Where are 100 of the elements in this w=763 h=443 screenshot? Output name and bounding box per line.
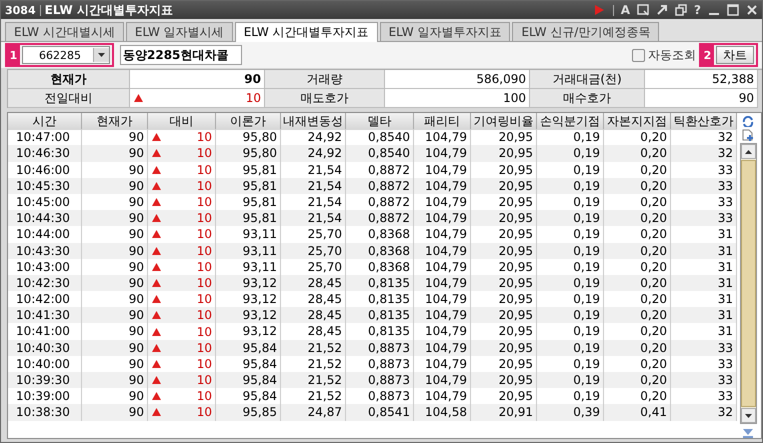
window-icon[interactable]	[637, 4, 650, 16]
table-cell: 0,39	[537, 404, 604, 421]
table-cell: 95,84	[216, 372, 281, 388]
table-cell: 10:45:30	[8, 178, 82, 194]
table-cell: 0,19	[537, 307, 604, 324]
table-cell: 20,95	[471, 340, 537, 356]
table-cell: 0,20	[604, 145, 671, 162]
name-field[interactable]: 동양2285현대차콜	[120, 45, 242, 65]
help-button[interactable]: ?	[694, 4, 701, 16]
tab[interactable]: ELW 일자별시세	[126, 22, 233, 41]
table-cell: 10:46:30	[8, 145, 82, 162]
table-cell: 104,79	[414, 307, 471, 324]
scroll-down-icon[interactable]	[744, 414, 752, 418]
table-cell: 95,84	[216, 340, 281, 356]
column-header[interactable]: 틱환산호가	[671, 113, 737, 130]
tab[interactable]: ELW 일자별투자지표	[380, 22, 510, 41]
scroll-end-icon[interactable]	[742, 428, 754, 438]
chart-button[interactable]: 차트	[716, 46, 754, 64]
tab[interactable]: ELW 시간대별시세	[5, 22, 124, 41]
table-cell: 0,8872	[346, 178, 414, 194]
table-cell: 31	[671, 307, 737, 324]
table-cell: 0,20	[604, 372, 671, 388]
checkbox-label: 자동조회	[648, 46, 696, 64]
table-cell: 10	[196, 162, 212, 178]
table-cell: 90	[82, 178, 148, 194]
table-cell: 0,19	[537, 372, 604, 388]
table-cell: 10	[196, 210, 212, 226]
column-header[interactable]: 대비	[148, 113, 216, 130]
table-cell: 10	[196, 307, 212, 324]
table-cell: 95,81	[216, 178, 281, 194]
maximize-icon[interactable]	[727, 4, 739, 16]
field-value: 100	[503, 90, 526, 107]
table-cell: 10	[196, 274, 212, 291]
table-cell: 21,52	[281, 340, 346, 356]
table-cell: 0,8540	[346, 145, 414, 162]
font-button[interactable]: A	[620, 4, 630, 16]
window-number: 3084	[5, 4, 36, 16]
table-cell: 90	[82, 145, 148, 162]
close-icon[interactable]	[746, 4, 758, 16]
table-cell: 31	[671, 242, 737, 259]
table-cell: 21,54	[281, 178, 346, 194]
column-header[interactable]: 현재가	[82, 113, 148, 130]
table-cell: 33	[671, 178, 737, 194]
column-header[interactable]: 자본지지점	[604, 113, 671, 130]
table-cell: 10	[196, 291, 212, 308]
checkbox[interactable]	[632, 48, 645, 62]
table-cell: 104,79	[414, 145, 471, 162]
table-cell: 0,19	[537, 274, 604, 292]
table-cell: 10	[196, 129, 212, 146]
caret-icon[interactable]	[98, 53, 105, 57]
code-combo[interactable]: 662285	[22, 46, 110, 64]
field-label: 매도호가	[265, 89, 385, 108]
field-value: 586,090	[476, 71, 526, 88]
table-cell: 24,87	[281, 404, 346, 421]
table-cell: 20,91	[471, 404, 537, 421]
table-cell: 0,20	[604, 274, 671, 292]
column-header[interactable]: 델타	[346, 113, 414, 130]
refresh-icon[interactable]	[742, 116, 754, 127]
table-cell: 25,70	[281, 242, 346, 259]
column-header[interactable]: 손익분기점	[537, 113, 604, 130]
table-cell: 104,79	[414, 340, 471, 356]
scrollbar[interactable]	[740, 143, 756, 424]
table-cell: 32	[671, 404, 737, 421]
table-cell: 0,8873	[346, 372, 414, 388]
table-cell: 90	[82, 372, 148, 388]
table-cell: 20,95	[471, 145, 537, 162]
table-cell: 10:43:30	[8, 242, 82, 259]
column-header[interactable]: 내재변동성	[281, 113, 346, 130]
table-cell: 93,12	[216, 274, 281, 292]
table-cell: 10	[196, 194, 212, 210]
table-cell: 93,12	[216, 307, 281, 324]
table-cell: 10	[196, 145, 212, 162]
table-cell: 90	[82, 242, 148, 259]
arrow-icon[interactable]	[656, 4, 668, 16]
table-cell: 10:44:30	[8, 210, 82, 226]
table-cell: 33	[671, 372, 737, 388]
table-cell: 90	[82, 307, 148, 324]
callout-number: 1	[7, 45, 20, 65]
table-cell: 10	[196, 404, 212, 420]
table-cell: 90	[82, 404, 148, 421]
window-title: ELW 시간대별투자지표	[44, 2, 173, 18]
table-cell: 10:42:30	[8, 274, 82, 292]
column-header[interactable]: 시간	[8, 113, 82, 130]
field-value: 52,388	[712, 71, 754, 88]
column-header[interactable]: 패리티	[414, 113, 471, 130]
column-header[interactable]: 이론가	[216, 113, 281, 130]
table-cell: 10	[196, 356, 212, 372]
add-page-icon[interactable]	[742, 129, 754, 141]
table-cell: 33	[671, 210, 737, 226]
field-label: 거래대금(천)	[530, 70, 645, 89]
scroll-up-icon[interactable]	[744, 150, 752, 154]
table-cell: 0,41	[604, 404, 671, 421]
table-cell: 0,8873	[346, 340, 414, 356]
table-cell: 21,52	[281, 372, 346, 388]
tab[interactable]: ELW 시간대별투자지표	[234, 22, 378, 43]
table-cell: 0,8368	[346, 242, 414, 259]
column-header[interactable]: 기여링비율	[471, 113, 537, 130]
table-cell: 10	[196, 178, 212, 194]
tab[interactable]: ELW 신규/만기예정종목	[512, 22, 660, 41]
restore-icon[interactable]	[675, 4, 688, 16]
